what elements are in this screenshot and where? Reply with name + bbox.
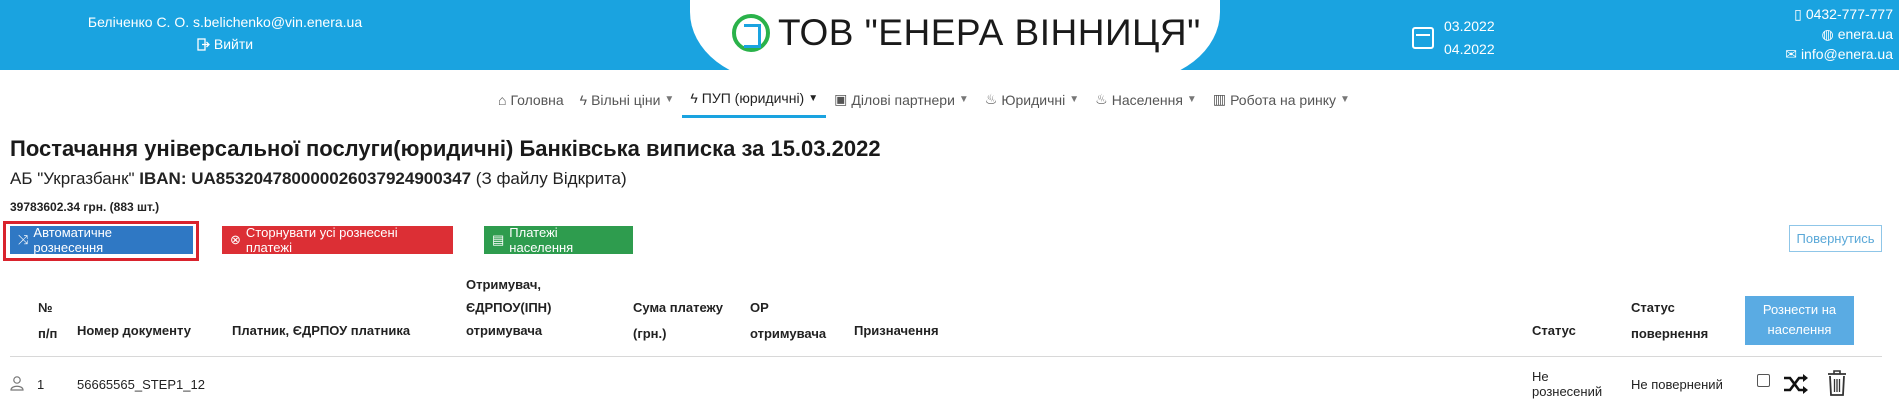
- nav-item-label: Юридичні: [1001, 91, 1066, 108]
- cell-return-status: Не повернений: [1631, 377, 1723, 392]
- auto-distribute-button[interactable]: ⤨ Автоматичне рознесення: [10, 225, 193, 255]
- id-card-icon: ▣: [834, 91, 848, 107]
- nav-item-population[interactable]: ♨ Населення ▼: [1087, 86, 1205, 118]
- chevron-down-icon: ▼: [1340, 94, 1350, 105]
- logout-label: Вийти: [213, 36, 254, 52]
- home-icon: ⌂: [498, 91, 507, 108]
- bolt-icon: ϟ: [690, 90, 698, 106]
- nav-item-partners[interactable]: ▣ Ділові партнери ▼: [826, 86, 977, 118]
- user-block: Беліченко С. О. s.belichenko@vin.enera.u…: [80, 14, 370, 54]
- chart-icon: ▥: [1212, 91, 1227, 107]
- contact-phone: 0432-777-777: [1805, 6, 1893, 22]
- chevron-down-icon: ▼: [1186, 94, 1197, 105]
- nav-item-free-prices[interactable]: ϟ Вільні ціни ▼: [572, 86, 683, 118]
- statement-total: 39783602.34 грн. (883 шт.): [10, 200, 160, 214]
- chevron-down-icon: ▼: [808, 92, 819, 104]
- date-to: 04.2022: [1444, 41, 1495, 57]
- nav-item-home[interactable]: ⌂ Головна: [490, 86, 572, 118]
- document-icon: ▤: [492, 232, 505, 247]
- user-icon: [10, 376, 24, 391]
- iban-label: IBAN:: [139, 169, 187, 188]
- bank-name: АБ "Укргазбанк": [10, 169, 135, 188]
- cell-status-line2: рознесений: [1532, 384, 1603, 399]
- company-logo[interactable]: ТОВ "ЕНЕРА ВІННИЦЯ": [732, 12, 1201, 54]
- main-nav: ⌂ Головна ϟ Вільні ціни ▼ ϟ ПУП (юридичн…: [490, 86, 1358, 118]
- file-note: (З файлу Відкрита): [475, 169, 627, 188]
- phone-icon: ▯: [1794, 6, 1802, 22]
- chevron-down-icon: ▼: [958, 94, 969, 105]
- iban-value: UA853204780000026037924900347: [191, 169, 472, 188]
- table-header-divider: [10, 356, 1882, 357]
- chevron-down-icon: ▼: [664, 94, 675, 105]
- col-header-status: Статус: [1532, 323, 1576, 338]
- nav-item-pup-legal[interactable]: ϟ ПУП (юридичні) ▼: [682, 86, 827, 118]
- auto-distribute-label: Автоматичне рознесення: [33, 225, 113, 255]
- user-name: Беліченко С. О. s.belichenko@vin.enera.u…: [87, 14, 363, 30]
- col-header-sum-line1: Сума платежу: [633, 300, 723, 315]
- bank-info: АБ "Укргазбанк" IBAN: UA8532047800000260…: [10, 169, 627, 189]
- col-header-recipient: Отримувач, ЄДРПОУ(ІПН) отримувача: [466, 275, 551, 341]
- back-button[interactable]: Повернутись: [1789, 225, 1882, 252]
- col-header-num-line2: п/п: [38, 326, 58, 341]
- shuffle-icon[interactable]: [1782, 372, 1810, 396]
- cell-num: 1: [37, 377, 45, 392]
- col-header-return-status: Статус повернення: [1631, 298, 1708, 344]
- nav-item-market[interactable]: ▥ Робота на ринку ▼: [1205, 86, 1358, 118]
- nav-item-label: Населення: [1111, 91, 1183, 108]
- col-header-num: № п/п: [38, 298, 57, 344]
- enera-logo-icon: [732, 14, 770, 52]
- cell-status-line1: Не: [1532, 369, 1549, 384]
- bolt-icon: ϟ: [579, 91, 588, 108]
- cell-doc: 56665565_STEP1_12: [77, 377, 205, 392]
- col-header-purpose: Призначення: [854, 323, 939, 338]
- nav-item-label: Головна: [510, 91, 564, 108]
- cancel-circle-icon: ⊗: [230, 232, 241, 247]
- logo-text: ТОВ "ЕНЕРА ВІННИЦЯ": [778, 12, 1201, 53]
- col-header-sum: Сума платежу (грн.): [633, 298, 723, 344]
- col-header-return-line2: повернення: [1631, 326, 1709, 341]
- reverse-all-label: Сторнувати усі рознесені платежі: [245, 225, 398, 255]
- page-title: Постачання універсальної послуги(юридичн…: [10, 136, 881, 161]
- flame-icon: ♨: [1095, 91, 1108, 107]
- nav-item-legal[interactable]: ♨ Юридичні ▼: [977, 86, 1087, 118]
- col-header-or-line1: ОР: [750, 300, 769, 315]
- globe-icon: ◍: [1821, 26, 1834, 42]
- contact-email[interactable]: info@enera.ua: [1801, 44, 1893, 64]
- col-header-recipient-line1: Отримувач,: [466, 277, 541, 292]
- population-payments-label: Платежі населення: [509, 225, 574, 255]
- reverse-all-button[interactable]: ⊗ Сторнувати усі рознесені платежі: [222, 225, 453, 255]
- contact-site[interactable]: enera.ua: [1838, 24, 1893, 44]
- date-from: 03.2022: [1444, 18, 1495, 34]
- nav-item-label: ПУП (юридичні): [701, 90, 805, 106]
- nav-item-label: Ділові партнери: [851, 91, 955, 108]
- logout-icon: [197, 37, 210, 51]
- calendar-icon: [1412, 27, 1434, 49]
- col-header-return-line1: Статус: [1631, 300, 1675, 315]
- col-header-doc: Номер документу: [77, 323, 191, 338]
- period-selector[interactable]: 03.2022 04.2022: [1412, 15, 1495, 61]
- col-header-recipient-line3: отримувача: [466, 323, 543, 338]
- nav-item-label: Вільні ціни: [591, 91, 661, 108]
- contacts-block: ▯ 0432-777-777 ◍ enera.ua ✉ info@enera.ua: [1785, 4, 1893, 64]
- population-payments-button[interactable]: ▤ Платежі населення: [484, 225, 633, 255]
- chevron-down-icon: ▼: [1069, 94, 1080, 105]
- logout-link[interactable]: Вийти: [197, 36, 253, 52]
- row-select-checkbox[interactable]: [1757, 374, 1770, 387]
- col-header-sum-line2: (грн.): [633, 326, 667, 341]
- col-header-payer: Платник, ЄДРПОУ платника: [232, 323, 411, 338]
- distribute-population-button[interactable]: Рознести на населення: [1745, 296, 1854, 345]
- cell-status: Не рознесений: [1532, 369, 1602, 399]
- col-header-recipient-line2: ЄДРПОУ(ІПН): [466, 300, 552, 315]
- mail-icon: ✉: [1785, 46, 1797, 62]
- shuffle-icon: ⤨: [18, 232, 29, 247]
- flame-icon: ♨: [984, 91, 998, 107]
- nav-item-label: Робота на ринку: [1230, 91, 1337, 108]
- col-header-or-line2: отримувача: [750, 326, 827, 341]
- trash-icon[interactable]: [1826, 369, 1848, 397]
- col-header-num-line1: №: [38, 300, 53, 315]
- col-header-or: ОР отримувача: [750, 298, 826, 344]
